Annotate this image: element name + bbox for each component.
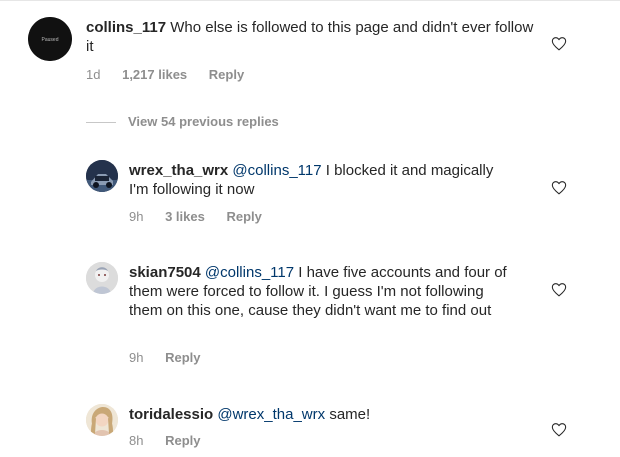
- heart-outline-icon[interactable]: [551, 180, 567, 195]
- comment-meta: 9h Reply: [129, 350, 219, 366]
- reply-button[interactable]: Reply: [165, 350, 200, 365]
- avatar-image: [86, 404, 118, 436]
- comment-mention[interactable]: @collins_117: [205, 264, 294, 281]
- reply-button[interactable]: Reply: [209, 67, 244, 82]
- comment-username[interactable]: skian7504: [129, 264, 201, 281]
- comment-time[interactable]: 9h: [129, 350, 143, 365]
- comment-time[interactable]: 8h: [129, 433, 143, 448]
- reply-button[interactable]: Reply: [165, 433, 200, 448]
- top-divider: [0, 0, 620, 1]
- avatar-label: Paused: [42, 37, 59, 43]
- comment-meta: 1d 1,217 likes Reply: [86, 67, 262, 83]
- heart-outline-icon[interactable]: [551, 422, 567, 437]
- avatar-image: Paused: [28, 17, 72, 61]
- avatar-image: [86, 160, 118, 192]
- comment-time[interactable]: 1d: [86, 67, 100, 82]
- comment-mention[interactable]: @wrex_tha_wrx: [217, 406, 325, 423]
- avatar[interactable]: [86, 262, 118, 294]
- comment-meta: 9h 3 likes Reply: [129, 209, 280, 225]
- reply-button[interactable]: Reply: [226, 209, 261, 224]
- comment-likes[interactable]: 3 likes: [165, 209, 205, 224]
- avatar[interactable]: [86, 160, 118, 192]
- comment-body: collins_117 Who else is followed to this…: [86, 18, 536, 56]
- avatar-image: [86, 262, 118, 294]
- avatar[interactable]: [86, 404, 118, 436]
- comment-text: same!: [329, 406, 371, 423]
- view-replies-label: View 54 previous replies: [128, 114, 279, 129]
- comment-likes[interactable]: 1,217 likes: [122, 67, 187, 82]
- comment-username[interactable]: toridalessio: [129, 406, 213, 423]
- comment-username[interactable]: collins_117: [86, 19, 166, 36]
- comment-mention[interactable]: @collins_117: [232, 162, 321, 179]
- replies-divider-line: [86, 122, 116, 124]
- comment-body: skian7504 @collins_117 I have five accou…: [129, 263, 514, 320]
- comment-username[interactable]: wrex_tha_wrx: [129, 162, 228, 179]
- comment-body: wrex_tha_wrx @collins_117 I blocked it a…: [129, 161, 509, 199]
- comment-meta: 8h Reply: [129, 433, 219, 449]
- heart-outline-icon[interactable]: [551, 282, 567, 297]
- view-previous-replies-button[interactable]: View 54 previous replies: [86, 114, 279, 130]
- comment-time[interactable]: 9h: [129, 209, 143, 224]
- avatar[interactable]: Paused: [28, 17, 72, 61]
- comment-body: toridalessio @wrex_tha_wrx same!: [129, 405, 514, 424]
- heart-outline-icon[interactable]: [551, 36, 567, 51]
